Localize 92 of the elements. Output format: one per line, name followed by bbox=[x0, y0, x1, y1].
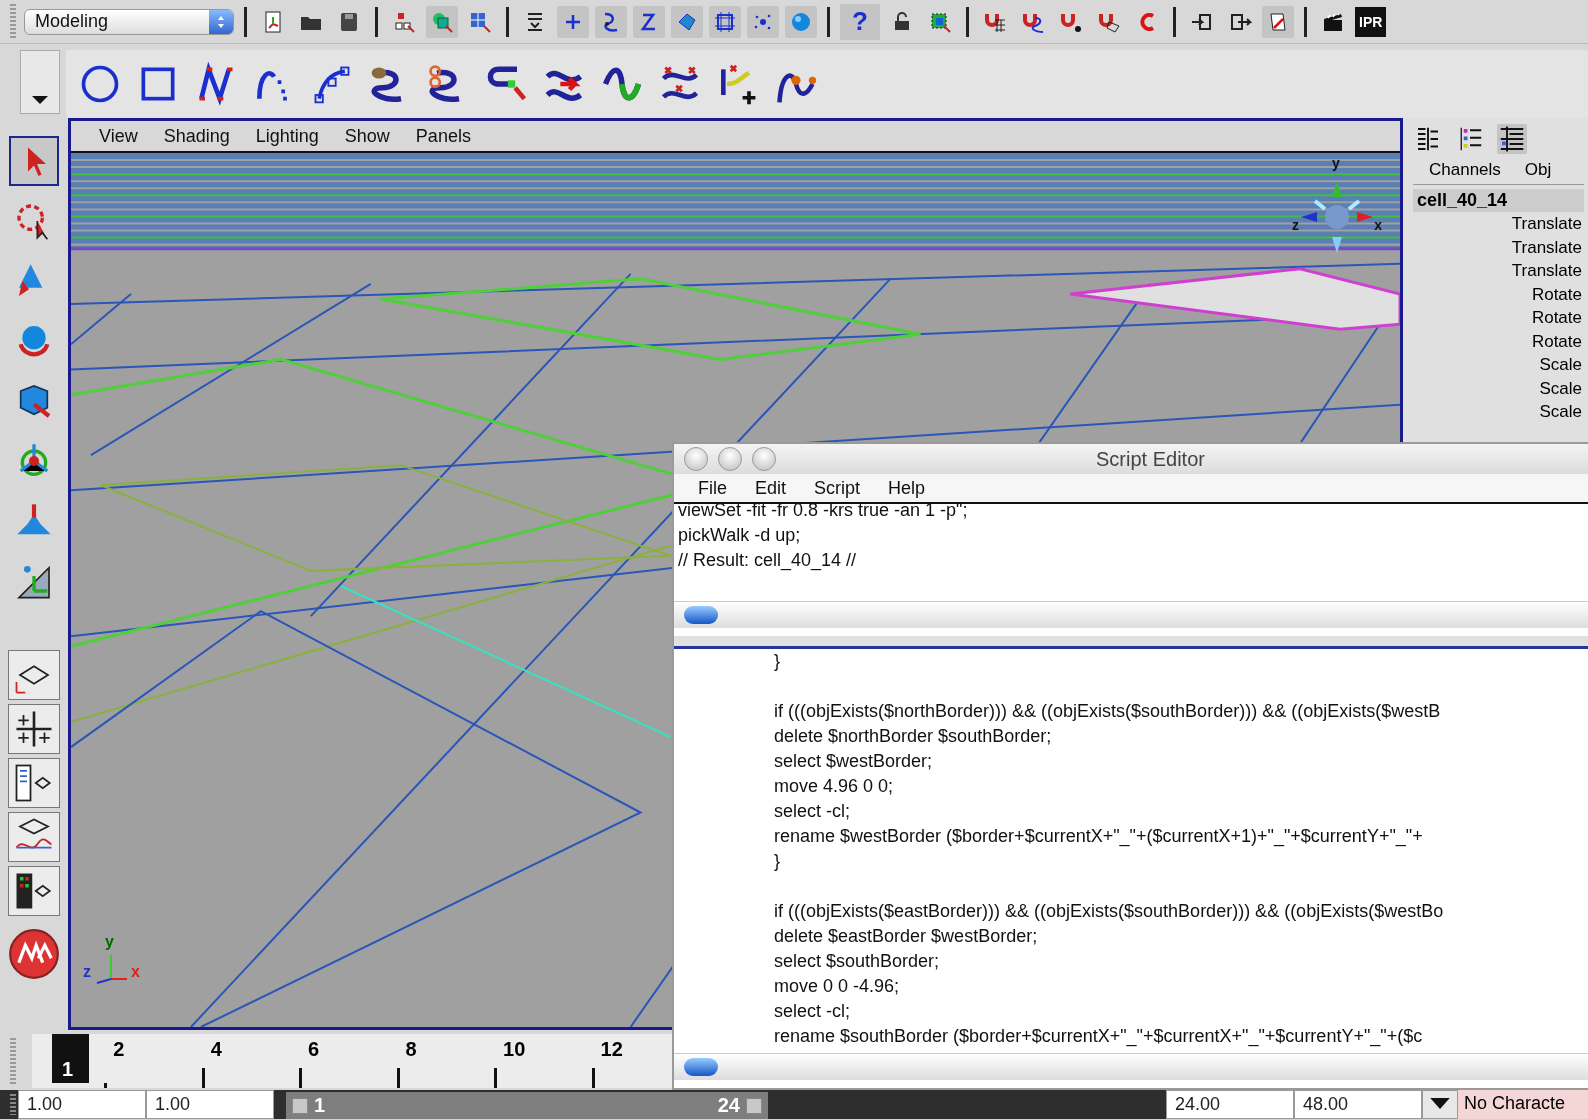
menu-item[interactable]: Edit bbox=[755, 477, 787, 499]
s-curve-icon[interactable] bbox=[633, 5, 665, 38]
playback-start-field[interactable]: 1.00 bbox=[146, 1090, 274, 1119]
frame-number: 2 bbox=[112, 1037, 125, 1061]
code-line: if (((objExists($northBorder))) && ((objExists($southBorder))) && ((objExists($westB bbox=[774, 700, 1442, 723]
object-name[interactable]: cell_40_14 bbox=[1413, 189, 1584, 212]
frame-number: 12 bbox=[599, 1037, 623, 1061]
tab[interactable]: Channels bbox=[1429, 160, 1501, 180]
code-line: rename $westBorder ($border+$currentX+"_"+($currentX+1)+"_"+$currentY+"_"+ bbox=[774, 825, 1424, 849]
code-line: } bbox=[774, 850, 781, 873]
axis-label: x bbox=[1374, 217, 1382, 233]
attribute-label[interactable]: Translate bbox=[1413, 235, 1584, 259]
select-object-icon[interactable] bbox=[426, 5, 458, 38]
frame-number: 4 bbox=[209, 1037, 222, 1061]
graph-pane-icon[interactable] bbox=[8, 812, 60, 862]
axis-label: y bbox=[1332, 155, 1340, 171]
axis-label: x bbox=[131, 963, 140, 981]
dropdown-button[interactable] bbox=[1422, 1090, 1458, 1119]
menu-item[interactable]: Shading bbox=[163, 125, 230, 147]
menu-item[interactable]: Panels bbox=[415, 125, 471, 147]
range-end-label: 24 bbox=[717, 1094, 740, 1117]
attribute-label[interactable]: Scale bbox=[1413, 376, 1584, 400]
frame-number: 6 bbox=[307, 1037, 320, 1061]
attribute-label[interactable]: Translate bbox=[1413, 212, 1584, 236]
particles-icon[interactable] bbox=[747, 5, 779, 38]
playback-end-field[interactable]: 24.00 bbox=[1166, 1090, 1294, 1119]
code-line: if (((objExists($eastBorder))) && ((objExists($southBorder))) && ((objExists($westBo bbox=[774, 900, 1445, 923]
attribute-label[interactable]: Rotate bbox=[1413, 306, 1584, 330]
menu-item[interactable]: Script bbox=[814, 477, 861, 499]
range-slider-bar[interactable]: 1 24 bbox=[286, 1092, 768, 1119]
frame-number: 10 bbox=[502, 1037, 526, 1061]
code-line: move 4.96 0 0; bbox=[774, 775, 895, 798]
code-line: select $southBorder; bbox=[774, 950, 941, 973]
menu-set-dropdown[interactable]: Modeling bbox=[24, 8, 234, 35]
menu-item[interactable]: File bbox=[698, 477, 727, 499]
toolbar-grip[interactable] bbox=[10, 1094, 16, 1115]
curve-icon[interactable] bbox=[595, 5, 627, 38]
checkbox-icon[interactable] bbox=[292, 1097, 308, 1114]
axis-label: z bbox=[83, 963, 91, 981]
attribute-label[interactable]: Translate bbox=[1413, 259, 1584, 283]
shelf-menu-button[interactable] bbox=[20, 50, 60, 114]
frame-number: 1 bbox=[52, 1034, 90, 1083]
code-line: select $westBorder; bbox=[774, 750, 934, 773]
scrollbar[interactable] bbox=[674, 1053, 1588, 1080]
axis-label: z bbox=[1292, 217, 1299, 233]
menu-item[interactable]: Show bbox=[344, 125, 390, 147]
code-line: move 0 0 -4.96; bbox=[774, 975, 901, 998]
help-button[interactable]: ? bbox=[840, 3, 880, 40]
code-line: select -cl; bbox=[774, 1000, 852, 1023]
logo-icon[interactable] bbox=[8, 928, 60, 980]
start-time-field[interactable]: 1.00 bbox=[18, 1090, 146, 1119]
ipr-render-button[interactable]: IPR bbox=[1355, 6, 1387, 37]
menu-item[interactable]: View bbox=[99, 125, 138, 147]
scroll-thumb[interactable] bbox=[684, 606, 718, 624]
code-line: rename $southBorder ($border+$currentX+"_"+$currentX+"_"+$currentY+"_"+($c bbox=[774, 1025, 1424, 1049]
attribute-label[interactable]: Scale bbox=[1413, 400, 1584, 424]
attribute-label[interactable]: Scale bbox=[1413, 353, 1584, 377]
single-pane-icon[interactable] bbox=[8, 650, 60, 700]
frame-number: 8 bbox=[404, 1037, 417, 1061]
hypershade-pane-icon[interactable] bbox=[8, 866, 60, 916]
frame-icon[interactable] bbox=[709, 5, 741, 38]
caret-icon bbox=[1429, 1096, 1451, 1110]
end-time-field[interactable]: 48.00 bbox=[1294, 1090, 1422, 1119]
tab[interactable]: Obj bbox=[1524, 160, 1552, 180]
code-line: // Result: cell_40_14 // bbox=[678, 549, 858, 573]
code-line: delete $northBorder $southBorder; bbox=[774, 725, 1053, 748]
toolbar-grip[interactable] bbox=[10, 4, 16, 39]
scrollbar[interactable] bbox=[674, 601, 1588, 628]
four-pane-icon[interactable] bbox=[8, 704, 60, 754]
channel-layers-icon[interactable] bbox=[1497, 124, 1527, 154]
outliner-pane-icon[interactable] bbox=[8, 758, 60, 808]
menu-item[interactable]: Lighting bbox=[255, 125, 319, 147]
axis-label: y bbox=[105, 933, 114, 951]
window-title: Script Editor bbox=[1096, 447, 1205, 471]
stepper-icon bbox=[209, 9, 233, 34]
scroll-thumb[interactable] bbox=[684, 1058, 718, 1076]
render-scroll-icon[interactable] bbox=[1262, 5, 1294, 38]
code-line: pickWalk -d up; bbox=[678, 524, 802, 547]
menu-item[interactable]: Help bbox=[888, 477, 926, 499]
attribute-label[interactable]: Rotate bbox=[1413, 329, 1584, 353]
input-pane[interactable] bbox=[674, 649, 1588, 1088]
polygon-surface-icon[interactable] bbox=[671, 5, 703, 38]
checkbox-icon[interactable] bbox=[746, 1097, 762, 1114]
attribute-label[interactable]: Rotate bbox=[1413, 282, 1584, 306]
character-set-field[interactable]: No Characte bbox=[1458, 1090, 1588, 1119]
caret-icon bbox=[30, 95, 50, 105]
code-line: select -cl; bbox=[774, 800, 852, 823]
range-start-label: 1 bbox=[314, 1094, 326, 1117]
code-line: delete $eastBorder $westBorder; bbox=[774, 925, 1039, 948]
code-line: } bbox=[774, 650, 781, 673]
plus-icon[interactable] bbox=[557, 5, 589, 38]
toolbar-grip[interactable] bbox=[10, 1038, 16, 1084]
